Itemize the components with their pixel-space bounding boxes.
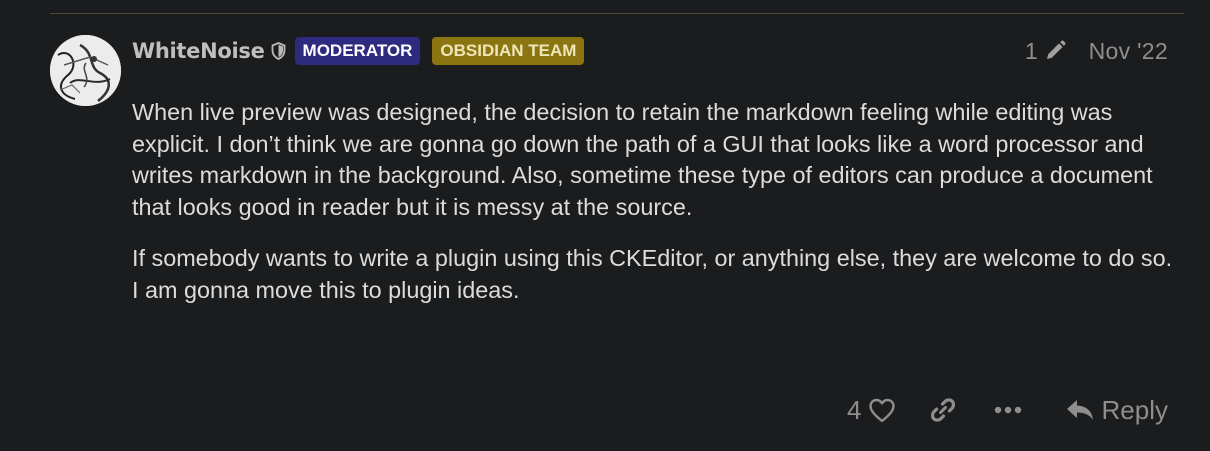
post-body: When live preview was designed, the deci… bbox=[132, 97, 1182, 326]
like-button[interactable]: 4 bbox=[847, 395, 895, 426]
avatar-image bbox=[50, 35, 121, 106]
forum-post: WhiteNoise MODERATOR OBSIDIAN TEAM 1 Nov… bbox=[0, 0, 1210, 451]
reply-arrow-icon bbox=[1065, 398, 1095, 422]
post-info: 1 Nov '22 bbox=[1025, 36, 1168, 66]
like-count[interactable]: 4 bbox=[847, 395, 861, 426]
post-divider bbox=[50, 13, 1184, 14]
reply-label: Reply bbox=[1101, 394, 1168, 425]
moderator-badge[interactable]: MODERATOR bbox=[294, 37, 421, 65]
obsidian-team-badge[interactable]: OBSIDIAN TEAM bbox=[432, 37, 585, 65]
link-icon[interactable] bbox=[929, 396, 957, 424]
ellipsis-icon[interactable] bbox=[994, 406, 1022, 414]
post-paragraph-1: When live preview was designed, the deci… bbox=[132, 99, 1153, 220]
edit-count[interactable]: 1 bbox=[1025, 38, 1038, 65]
heart-icon[interactable] bbox=[868, 398, 896, 423]
post-meta: WhiteNoise MODERATOR OBSIDIAN TEAM bbox=[132, 36, 596, 66]
shield-icon bbox=[271, 42, 286, 60]
post-paragraph-2: If somebody wants to write a plugin usin… bbox=[132, 245, 1173, 303]
reply-button[interactable]: Reply bbox=[1065, 395, 1168, 426]
post-actions: 4 Reply bbox=[847, 390, 1168, 430]
avatar[interactable] bbox=[50, 35, 121, 106]
post-date[interactable]: Nov '22 bbox=[1089, 38, 1168, 65]
username[interactable]: WhiteNoise bbox=[132, 39, 265, 63]
pencil-icon[interactable] bbox=[1044, 40, 1066, 62]
